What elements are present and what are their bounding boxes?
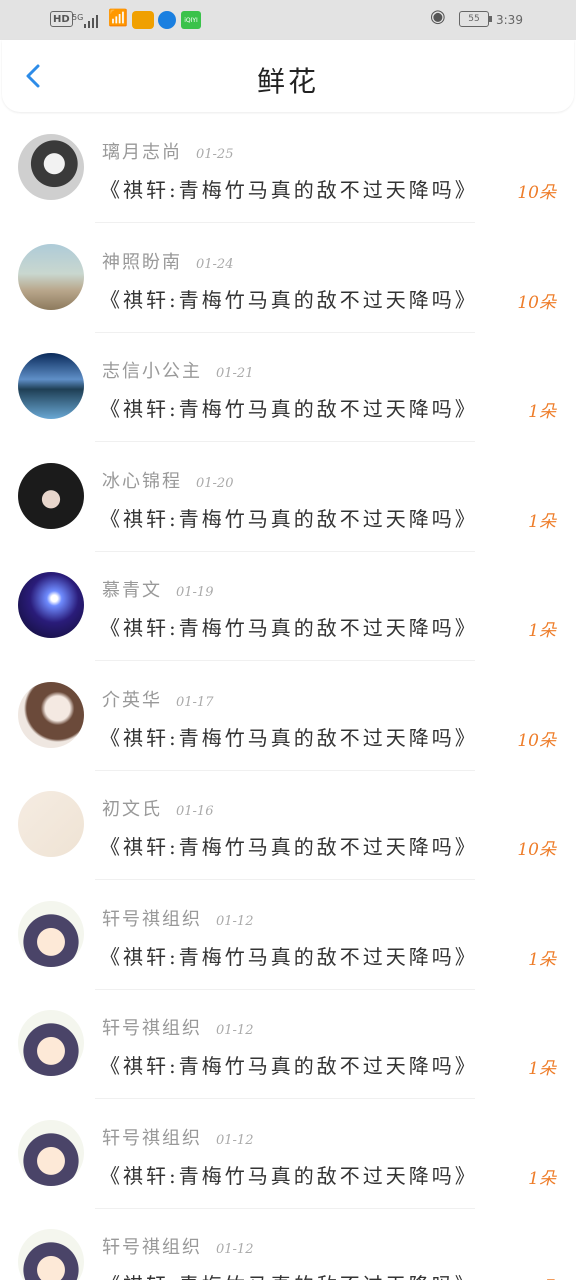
sender-name: 轩号祺组织 01-12 (102, 905, 253, 931)
signal-icon (84, 12, 98, 28)
sender-name: 志信小公主 01-21 (102, 357, 253, 383)
wifi-icon: 📶 (108, 7, 128, 27)
list-item[interactable]: 志信小公主 01-21 《祺轩:青梅竹马真的敌不过天降吗》 1朵 (0, 333, 576, 443)
flower-count: 1朵 (528, 1059, 556, 1079)
list-item[interactable]: 慕青文 01-19 《祺轩:青梅竹马真的敌不过天降吗》 1朵 (0, 552, 576, 662)
gift-date: 01-24 (196, 256, 234, 272)
gift-date: 01-20 (196, 475, 234, 491)
avatar[interactable] (18, 791, 84, 857)
gift-date: 01-17 (176, 694, 214, 710)
list-item[interactable]: 轩号祺组织 01-12 《祺轩:青梅竹马真的敌不过天降吗》 1朵 (0, 1209, 576, 1280)
gift-date: 01-12 (216, 913, 254, 929)
sender-name: 轩号祺组织 01-12 (102, 1014, 253, 1040)
sender-name-text: 璃月志尚 (102, 142, 182, 163)
book-title: 《祺轩:青梅竹马真的敌不过天降吗》 (100, 1163, 478, 1188)
avatar[interactable] (18, 572, 84, 638)
list-item[interactable]: 冰心锦程 01-20 《祺轩:青梅竹马真的敌不过天降吗》 1朵 (0, 443, 576, 553)
avatar[interactable] (18, 681, 84, 748)
list-item[interactable]: 轩号祺组织 01-12 《祺轩:青梅竹马真的敌不过天降吗》 1朵 (0, 881, 576, 991)
book-title: 《祺轩:青梅竹马真的敌不过天降吗》 (100, 944, 478, 969)
book-title: 《祺轩:青梅竹马真的敌不过天降吗》 (100, 1054, 478, 1078)
avatar[interactable] (18, 1010, 84, 1076)
flower-count: 1朵 (528, 511, 556, 532)
sender-name: 璃月志尚 01-25 (102, 138, 233, 164)
list-item[interactable]: 介英华 01-17 《祺轩:青梅竹马真的敌不过天降吗》 10朵 (0, 662, 576, 772)
list-item[interactable]: 轩号祺组织 01-12 《祺轩:青梅竹马真的敌不过天降吗》 1朵 (0, 1100, 576, 1210)
book-title: 《祺轩:青梅竹马真的敌不过天降吗》 (100, 178, 478, 202)
avatar[interactable] (18, 353, 84, 419)
app-notification-icon (132, 11, 154, 29)
sender-name: 神照盼南 01-24 (102, 248, 233, 274)
network-type: 5G (72, 12, 84, 22)
book-title: 《祺轩:青梅竹马真的敌不过天降吗》 (100, 397, 478, 421)
flower-count: 1朵 (528, 949, 556, 970)
sender-name-text: 轩号祺组织 (102, 1127, 202, 1149)
sender-name: 介英华 01-17 (102, 686, 213, 712)
iqiyi-icon: iQIYI (181, 11, 201, 29)
flower-count: 10朵 (517, 840, 556, 860)
app-header: 鲜花 (2, 40, 574, 112)
flower-list[interactable]: 璃月志尚 01-25 《祺轩:青梅竹马真的敌不过天降吗》 10朵 神照盼南 01-24 《祺… (0, 114, 576, 1280)
gift-date: 01-12 (216, 1023, 254, 1038)
flower-count: 10朵 (517, 183, 556, 203)
book-title: 《祺轩:青梅竹马真的敌不过天降吗》 (100, 1269, 478, 1280)
avatar[interactable] (18, 1119, 84, 1186)
flower-count: 10朵 (517, 730, 556, 751)
battery-icon: 55 (459, 11, 492, 27)
page-title: 鲜花 (256, 65, 319, 98)
bulb-app-icon (158, 11, 176, 29)
sender-name: 轩号祺组织 01-12 (102, 1124, 253, 1150)
list-item[interactable]: 神照盼南 01-24 《祺轩:青梅竹马真的敌不过天降吗》 10朵 (0, 224, 576, 334)
hd-indicator: HD (50, 11, 73, 27)
sender-name: 冰心锦程 01-20 (102, 467, 233, 493)
status-bar: HD 5G 📶 iQIYI ◉ 55 3:39 (0, 0, 576, 40)
sender-name: 慕青文 01-19 (102, 576, 213, 602)
sender-name-text: 志信小公主 (102, 361, 202, 382)
flower-count: 1朵 (528, 1168, 556, 1189)
book-title: 《祺轩:青梅竹马真的敌不过天降吗》 (100, 287, 478, 312)
list-item[interactable]: 轩号祺组织 01-12 《祺轩:青梅竹马真的敌不过天降吗》 1朵 (0, 990, 576, 1100)
clock: 3:39 (496, 13, 523, 27)
flower-count: 1朵 (528, 621, 556, 641)
book-title: 《祺轩:青梅竹马真的敌不过天降吗》 (100, 506, 478, 531)
sender-name-text: 轩号祺组织 (102, 1018, 202, 1039)
flower-count: 10朵 (517, 292, 556, 313)
sender-name-text: 慕青文 (102, 580, 162, 601)
sender-name-text: 轩号祺组织 (102, 908, 202, 930)
sender-name-text: 轩号祺组织 (102, 1237, 202, 1258)
flower-count: 1朵 (528, 1273, 556, 1280)
avatar[interactable] (18, 900, 84, 967)
gift-date: 01-25 (196, 147, 234, 162)
sender-name-text: 介英华 (102, 689, 162, 711)
book-title: 《祺轩:青梅竹马真的敌不过天降吗》 (100, 835, 478, 859)
avatar[interactable] (18, 1229, 84, 1280)
sender-name: 轩号祺组织 01-12 (102, 1233, 253, 1259)
gift-date: 01-12 (216, 1132, 254, 1148)
gift-date: 01-12 (216, 1242, 254, 1257)
eye-icon: ◉ (430, 5, 446, 27)
avatar[interactable] (18, 134, 84, 200)
avatar[interactable] (18, 243, 84, 310)
sender-name: 初文氏 01-16 (102, 795, 213, 821)
gift-date: 01-16 (176, 804, 214, 819)
sender-name-text: 初文氏 (102, 799, 162, 820)
list-item[interactable]: 璃月志尚 01-25 《祺轩:青梅竹马真的敌不过天降吗》 10朵 (0, 114, 576, 224)
gift-date: 01-19 (176, 585, 214, 600)
book-title: 《祺轩:青梅竹马真的敌不过天降吗》 (100, 725, 478, 750)
flower-count: 1朵 (528, 402, 556, 422)
book-title: 《祺轩:青梅竹马真的敌不过天降吗》 (100, 616, 478, 640)
sender-name-text: 冰心锦程 (102, 470, 182, 492)
avatar[interactable] (18, 462, 84, 529)
gift-date: 01-21 (216, 366, 254, 381)
sender-name-text: 神照盼南 (102, 251, 182, 273)
list-item[interactable]: 初文氏 01-16 《祺轩:青梅竹马真的敌不过天降吗》 10朵 (0, 771, 576, 881)
